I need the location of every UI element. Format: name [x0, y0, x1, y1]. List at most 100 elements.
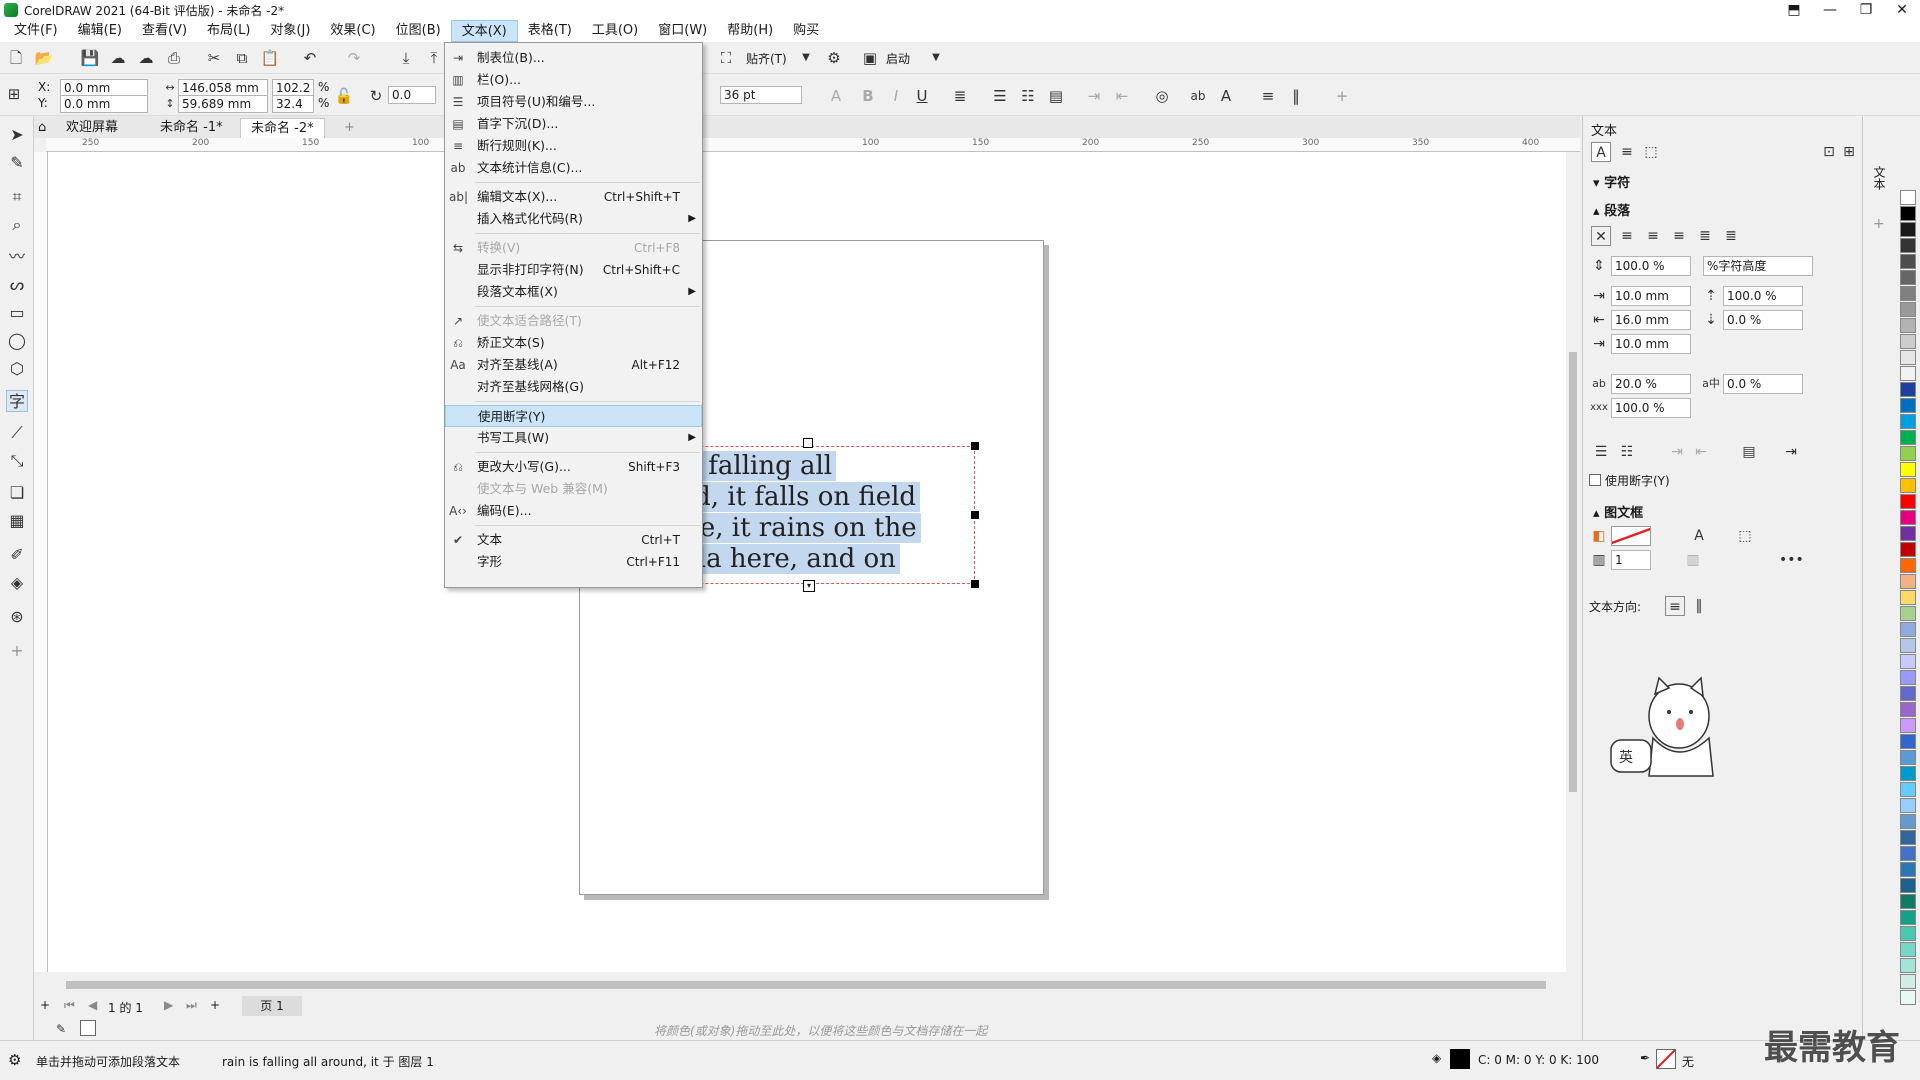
text-menu-item[interactable]: 使文本与 Web 兼容(M) [445, 478, 702, 500]
indent-increase-icon[interactable]: ⇥ [1084, 86, 1104, 106]
eyedropper-tool-icon[interactable]: ✐ [6, 544, 28, 566]
palette-swatch[interactable] [1900, 286, 1916, 301]
help-window-icon[interactable]: ⬒ [1776, 0, 1812, 20]
text-align-icon[interactable]: ≣ [950, 86, 970, 106]
paragraph-panel-icon[interactable]: ≡ [1617, 142, 1637, 162]
vertical-scrollbar[interactable] [1566, 152, 1580, 972]
palette-swatch[interactable] [1900, 462, 1916, 477]
options-gear-icon[interactable]: ⚙ [824, 48, 844, 68]
palette-swatch[interactable] [1900, 862, 1916, 877]
text-menu-item[interactable]: 对齐至基线网格(G) [445, 376, 702, 398]
lock-ratio-icon[interactable]: 🔓 [334, 86, 354, 106]
docker-side-tab-text[interactable]: 文本 [1871, 166, 1888, 190]
tab-untitled-1[interactable]: 未命名 -1* [150, 118, 233, 138]
indent-less-icon[interactable]: ⇤ [1691, 442, 1711, 462]
restore-button[interactable]: ❐ [1848, 0, 1884, 20]
frame-align-icon[interactable]: A [1689, 526, 1709, 546]
text-frame-top-tab[interactable] [803, 438, 813, 448]
palette-swatch[interactable] [1900, 590, 1916, 605]
palette-swatch[interactable] [1900, 718, 1916, 733]
text-menu-item[interactable]: 显示非打印字符(N) Ctrl+Shift+C [445, 259, 702, 281]
palette-swatch[interactable] [1900, 574, 1916, 589]
vertical-ruler[interactable] [34, 152, 48, 972]
palette-swatch[interactable] [1900, 238, 1916, 253]
palette-swatch[interactable] [1900, 846, 1916, 861]
minimize-button[interactable]: — [1812, 0, 1848, 20]
docker-options-icon[interactable]: ⊞ [1839, 142, 1859, 162]
justify-icon[interactable]: ≣ [1695, 226, 1715, 246]
palette-swatch[interactable] [1900, 430, 1916, 445]
align-center-icon[interactable]: ≡ [1643, 226, 1663, 246]
hyphenation-checkbox[interactable] [1589, 474, 1601, 486]
palette-swatch[interactable] [1900, 494, 1916, 509]
menu-window[interactable]: 窗口(W) [648, 20, 717, 42]
text-menu-item[interactable]: 段落文本框(X) ▶ [445, 281, 702, 303]
palette-swatch[interactable] [1900, 894, 1916, 909]
right-indent-field[interactable]: 10.0 mm [1611, 334, 1691, 354]
menu-edit[interactable]: 编辑(E) [68, 20, 132, 42]
palette-swatch[interactable] [1900, 942, 1916, 957]
text-menu-item[interactable]: A‹› 编码(E)... [445, 500, 702, 522]
menu-help[interactable]: 帮助(H) [717, 20, 783, 42]
bold-icon[interactable]: B [858, 86, 878, 106]
artistic-media-icon[interactable]: ᔕ [6, 274, 28, 296]
vertical-scroll-thumb[interactable] [1569, 352, 1577, 792]
transparency-tool-icon[interactable]: ▦ [6, 510, 28, 532]
cloud-upload-icon[interactable]: ☁ [136, 48, 156, 68]
columns-field[interactable]: 1 [1611, 550, 1651, 570]
palette-swatch[interactable] [1900, 478, 1916, 493]
drop-cap-icon[interactable]: ▤ [1046, 86, 1066, 106]
launch-dropdown[interactable]: 启动 [886, 50, 910, 67]
text-menu-item[interactable]: ⎌ 更改大小写(G)... Shift+F3 [445, 456, 702, 478]
tab-stops-icon[interactable]: ⇥ [1781, 442, 1801, 462]
undo-icon[interactable]: ↶ [300, 48, 320, 68]
connector-tool-icon[interactable]: ⤡ [6, 450, 28, 472]
menu-file[interactable]: 文件(F) [4, 20, 68, 42]
frame-fill-color[interactable] [1611, 526, 1651, 546]
palette-swatch[interactable] [1900, 414, 1916, 429]
frame-panel-icon[interactable]: ⬚ [1641, 142, 1661, 162]
font-scale-icon[interactable]: A [826, 86, 846, 106]
fullscreen-icon[interactable]: ⛶ [716, 48, 736, 68]
text-properties-icon[interactable]: ◎ [1152, 86, 1172, 106]
line-spacing-unit-select[interactable]: %字符高度 [1703, 256, 1813, 276]
dimension-tool-icon[interactable]: ⟋ [6, 422, 28, 444]
word-spacing-field[interactable]: 100.0 % [1611, 398, 1691, 418]
frame-fit-icon[interactable]: ⬚ [1735, 526, 1755, 546]
rectangle-tool-icon[interactable]: ▭ [6, 302, 28, 324]
text-menu-item[interactable]: ⎌ 矫正文本(S) [445, 332, 702, 354]
print-icon[interactable]: ⎙ [164, 48, 184, 68]
palette-swatch[interactable] [1900, 382, 1916, 397]
home-icon[interactable]: ⌂ [34, 118, 56, 138]
text-tool-icon[interactable]: 字 [6, 390, 28, 412]
palette-swatch[interactable] [1900, 446, 1916, 461]
text-menu-item[interactable]: 字形 Ctrl+F11 [445, 551, 702, 573]
ellipse-tool-icon[interactable]: ◯ [6, 330, 28, 352]
palette-swatch[interactable] [1900, 670, 1916, 685]
next-page-icon[interactable]: ▶ [164, 998, 173, 1012]
align-left-icon[interactable]: ≡ [1617, 226, 1637, 246]
palette-swatch[interactable] [1900, 654, 1916, 669]
rotation-field[interactable]: 0.0 [388, 86, 436, 104]
text-menu-item[interactable]: ab| 编辑文本(X)... Ctrl+Shift+T [445, 186, 702, 208]
palette-swatch[interactable] [1900, 974, 1916, 989]
text-frame-bottom-tab[interactable]: ▾ [803, 580, 815, 592]
line-spacing-field[interactable]: 100.0 % [1611, 256, 1691, 276]
palette-swatch[interactable] [1900, 766, 1916, 781]
text-menu-item[interactable]: ▤ 首字下沉(D)... [445, 113, 702, 135]
bullet-list-icon[interactable]: ☰ [990, 86, 1010, 106]
palette-swatch[interactable] [1900, 814, 1916, 829]
horizontal-direction-icon[interactable]: ≡ [1665, 596, 1685, 616]
palette-swatch[interactable] [1900, 990, 1916, 1005]
palette-swatch[interactable] [1900, 334, 1916, 349]
prev-page-icon[interactable]: ◀ [88, 998, 97, 1012]
export-icon[interactable]: ⤒ [424, 48, 444, 68]
last-page-icon[interactable]: ⏭ [186, 998, 197, 1013]
horizontal-ruler[interactable]: 250 200 150 100 100 150 200 250 300 350 … [46, 138, 1580, 152]
frame-fill-icon[interactable]: ◧ [1589, 526, 1609, 546]
text-menu-item[interactable]: 使用断字(Y) [445, 405, 702, 427]
palette-swatch[interactable] [1900, 254, 1916, 269]
palette-swatch[interactable] [1900, 686, 1916, 701]
horizontal-scroll-thumb[interactable] [66, 981, 1546, 989]
add-docker-icon[interactable]: + [1873, 216, 1885, 232]
